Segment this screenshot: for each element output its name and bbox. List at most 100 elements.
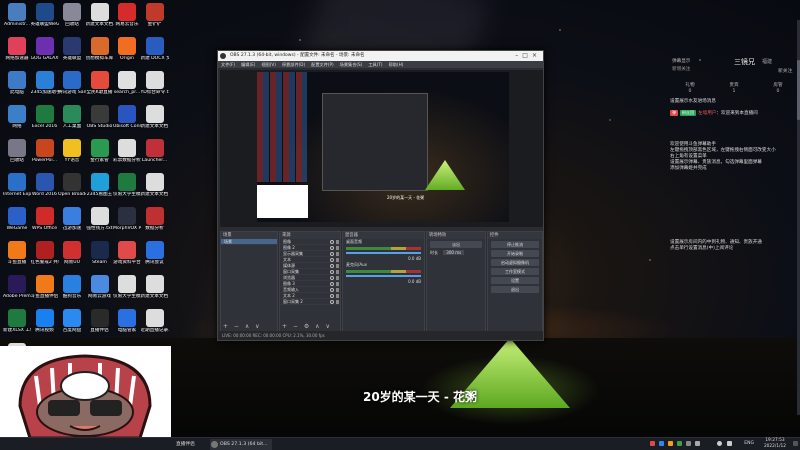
eye-icon[interactable] — [330, 252, 334, 256]
desktop-icon[interactable]: search_pr... — [113, 71, 141, 105]
wifi-icon[interactable] — [717, 441, 722, 446]
control-button[interactable]: 设置 — [491, 277, 539, 284]
desktop-icon[interactable]: 新建文本文档 (4).txt — [141, 105, 169, 139]
desktop-icon[interactable]: 百度网盘 — [58, 309, 86, 343]
desktop-icon[interactable]: 人工桌面 — [58, 105, 86, 139]
eye-icon[interactable] — [330, 300, 334, 304]
desktop-icon[interactable]: 新建文本文档 (2).txt — [141, 173, 169, 207]
desktop-icon[interactable]: Ubisoft Connect — [113, 105, 141, 139]
desktop-icon[interactable]: WPS Office — [31, 207, 59, 241]
tray-app-icon[interactable] — [650, 441, 655, 446]
desktop-icon[interactable]: 2345加速助手 — [31, 71, 59, 105]
obs-menu-item[interactable]: 帮助(H) — [389, 62, 404, 67]
tray-app-icon[interactable] — [668, 441, 673, 446]
desktop-icon[interactable]: 彩票数据分析统计.txt — [113, 139, 141, 173]
lock-icon[interactable] — [336, 258, 339, 262]
desktop-icon[interactable]: 酷狗音乐 — [58, 275, 86, 309]
scene-item[interactable]: 场景 — [221, 239, 277, 245]
control-button[interactable]: 启动虚拟摄像机 — [491, 259, 539, 266]
desktop-icon[interactable]: 斗鱼直播伴侣 — [31, 275, 59, 309]
control-button[interactable]: 工作室模式 — [491, 268, 539, 275]
desktop-icon[interactable]: 电脑管家 — [113, 309, 141, 343]
desktop-icon[interactable]: 仅限大学生模板.txt — [113, 275, 141, 309]
desktop-icon[interactable]: 斗鱼直播 — [3, 241, 31, 275]
obs-window[interactable]: OBS 27.1.3 (64-bit, windows) - 配置文件: 未命名… — [217, 50, 544, 341]
desktop-icon[interactable]: 新建文本文档.txt — [86, 3, 114, 37]
system-clock[interactable]: 19:27:53 2022/1/12 — [764, 438, 786, 449]
desktop-icon[interactable]: 网易UU — [58, 241, 86, 275]
desktop-icon[interactable]: Steam — [86, 241, 114, 275]
desktop-icon[interactable]: 创想模拟车库 — [86, 37, 114, 71]
obs-menu-item[interactable]: 配置文件(P) — [311, 62, 334, 67]
desktop-icon[interactable]: 网络 — [3, 105, 31, 139]
window-controls[interactable]: –□× — [515, 51, 541, 61]
lock-icon[interactable] — [336, 282, 339, 286]
desktop-icon[interactable]: MorphVOX Pro — [113, 207, 141, 241]
scenes-toolbar[interactable]: + − ∧ ∨ — [223, 323, 262, 330]
desktop-icon[interactable]: 网易云游戏 — [86, 275, 114, 309]
obs-menu-item[interactable]: 视图(V) — [261, 62, 276, 67]
obs-menu-item[interactable]: 编辑(E) — [241, 62, 255, 67]
volume-slider[interactable] — [346, 275, 421, 277]
desktop-icon[interactable]: 全民K歌直播 — [86, 71, 114, 105]
source-item[interactable]: 窗口采集 2 — [280, 299, 340, 305]
desktop-icon[interactable]: 近期直播记录.txt — [141, 309, 169, 343]
desktop-icon[interactable]: 2345看图王 — [86, 173, 114, 207]
eye-icon[interactable] — [330, 282, 334, 286]
lock-icon[interactable] — [336, 246, 339, 250]
desktop-icon[interactable]: Administr... — [3, 3, 31, 37]
desktop-icon[interactable]: 腾讯游戏 SamPro — [58, 71, 86, 105]
sources-toolbar[interactable]: + − ⚙ ∧ ∨ — [282, 323, 332, 330]
desktop-icon[interactable]: 回收站 — [3, 139, 31, 173]
eye-icon[interactable] — [330, 264, 334, 268]
duration-input[interactable]: 300 ms — [443, 250, 465, 255]
desktop-icon[interactable]: 网络加速器 — [3, 37, 31, 71]
desktop-icon[interactable]: 强性钱方.txt — [86, 207, 114, 241]
obs-title-bar[interactable]: OBS 27.1.3 (64-bit, windows) - 配置文件: 未命名… — [218, 51, 543, 61]
desktop-icon[interactable]: 英雄联盟WeGame版 — [31, 3, 59, 37]
eye-icon[interactable] — [330, 258, 334, 262]
desktop-icon[interactable]: 新建文本文档 (2).txt — [141, 275, 169, 309]
desktop-icon[interactable]: 此电脑 — [3, 71, 31, 105]
desktop-icon[interactable]: 金铲铲 — [141, 3, 169, 37]
lock-icon[interactable] — [336, 270, 339, 274]
notification-icon[interactable] — [793, 441, 798, 446]
desktop-icon[interactable]: OBS Studio — [86, 105, 114, 139]
desktop-icon[interactable]: 金行家管 — [86, 139, 114, 173]
desktop-icon[interactable]: Launcher... — [141, 139, 169, 173]
lock-icon[interactable] — [336, 276, 339, 280]
lock-icon[interactable] — [336, 294, 339, 298]
volume-slider[interactable] — [346, 252, 421, 254]
desktop-icon[interactable]: Excel 2016 — [31, 105, 59, 139]
desktop-icon[interactable]: 红色警戒2 共和国之辉 — [31, 241, 59, 275]
eye-icon[interactable] — [330, 294, 334, 298]
desktop-icon[interactable]: 仅限大学生模板.xlsx — [113, 173, 141, 207]
lock-icon[interactable] — [336, 240, 339, 244]
desktop-icon[interactable]: 回收站 — [58, 3, 86, 37]
obs-menu-item[interactable]: 文件(F) — [221, 62, 235, 67]
desktop-icon[interactable]: Open Broadcast — [58, 173, 86, 207]
desktop-icon[interactable]: 新建XLSX 工作表.xlsx — [3, 309, 31, 343]
desktop-icon[interactable]: GOG GALAXY — [31, 37, 59, 71]
desktop-icon[interactable]: Word 2016 — [31, 173, 59, 207]
obs-preview[interactable]: 20岁的某一天 - 花粥 — [220, 70, 543, 227]
desktop-icon[interactable]: WeGame — [3, 207, 31, 241]
desktop-icon[interactable]: 新建 DOCX 文档.docx — [141, 37, 169, 71]
control-button[interactable]: 开始录制 — [491, 250, 539, 257]
language-indicator[interactable]: ENG — [744, 441, 754, 446]
lock-icon[interactable] — [336, 300, 339, 304]
desktop-icon[interactable]: 直播伴侣 — [86, 309, 114, 343]
tray-app-icon[interactable] — [695, 441, 700, 446]
lock-icon[interactable] — [336, 264, 339, 268]
desktop-icon[interactable]: YY语音 — [58, 139, 86, 173]
taskbar-item-livetool[interactable]: 直播伴侣 — [166, 439, 206, 450]
desktop-icon[interactable]: 数据分析 — [141, 207, 169, 241]
tray-app-icon[interactable] — [686, 441, 691, 446]
eye-icon[interactable] — [330, 276, 334, 280]
desktop-icon[interactable]: 腾讯视频 — [31, 309, 59, 343]
speaker-icon[interactable] — [727, 441, 732, 446]
lock-icon[interactable] — [336, 252, 339, 256]
desktop-icon[interactable]: YD综合命令.txt — [141, 71, 169, 105]
eye-icon[interactable] — [330, 288, 334, 292]
desktop-icon[interactable]: 英雄联盟 — [58, 37, 86, 71]
